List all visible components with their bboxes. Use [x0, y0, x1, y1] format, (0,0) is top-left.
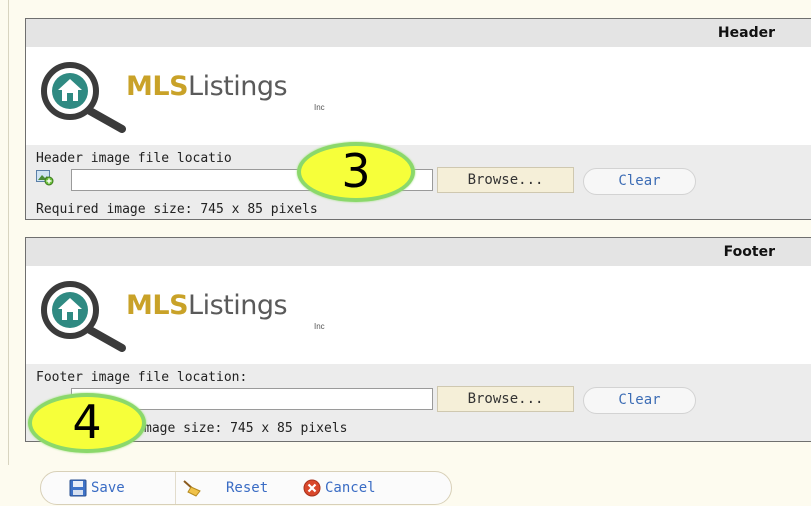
footer-panel-title: Footer: [26, 238, 811, 266]
header-panel-title: Header: [26, 19, 811, 47]
image-file-icon: [36, 170, 54, 186]
logo-wordmark: MLSListings: [126, 290, 288, 321]
save-label: Save: [91, 480, 125, 496]
logo-inc-text: Inc: [314, 322, 325, 331]
logo-listings-text: Listings: [188, 71, 288, 102]
header-clear-button[interactable]: Clear: [583, 168, 696, 195]
logo-mls-text: MLS: [126, 290, 189, 321]
logo-wordmark: MLSListings: [126, 71, 288, 102]
cancel-label: Cancel: [325, 480, 376, 496]
footer-size-requirement: mage size: 745 x 85 pixels: [144, 421, 348, 436]
header-file-location-label: Header image file locatio: [36, 151, 232, 166]
logo-mls-text: MLS: [126, 71, 189, 102]
footer-file-location-label: Footer image file location:: [36, 370, 248, 385]
footer-panel: Footer MLSListings Inc Footer image file…: [25, 237, 811, 442]
toolbar-separator: [175, 472, 176, 504]
logo-inc-text: Inc: [314, 103, 325, 112]
footer-logo-preview: MLSListings Inc: [26, 266, 811, 364]
header-panel: Header MLSListings Inc Header image file…: [25, 18, 811, 220]
floppy-disk-icon: [69, 479, 87, 497]
magnifier-house-icon: [41, 281, 126, 352]
logo-listings-text: Listings: [188, 290, 288, 321]
cancel-button[interactable]: Cancel: [303, 472, 433, 504]
reset-button[interactable]: Reset: [182, 472, 292, 504]
step-callout-3: 3: [297, 142, 415, 202]
cancel-x-icon: [303, 479, 321, 497]
step-callout-4: 4: [28, 393, 146, 453]
header-browse-button[interactable]: Browse...: [437, 167, 574, 193]
reset-label: Reset: [226, 480, 269, 496]
footer-browse-button[interactable]: Browse...: [437, 386, 574, 412]
save-button[interactable]: Save: [69, 472, 169, 504]
mlslistings-logo: MLSListings Inc: [34, 276, 364, 352]
footer-clear-button[interactable]: Clear: [583, 387, 696, 414]
mlslistings-logo: MLSListings Inc: [34, 57, 364, 133]
left-border-rule: [8, 0, 9, 465]
action-toolbar: Save Reset Cancel: [40, 471, 452, 505]
header-upload-controls: Header image file locatio Browse... Clea…: [26, 145, 811, 219]
header-size-requirement: Required image size: 745 x 85 pixels: [36, 202, 318, 217]
header-logo-preview: MLSListings Inc: [26, 47, 811, 145]
magnifier-house-icon: [41, 62, 126, 133]
broom-icon: [183, 480, 201, 497]
